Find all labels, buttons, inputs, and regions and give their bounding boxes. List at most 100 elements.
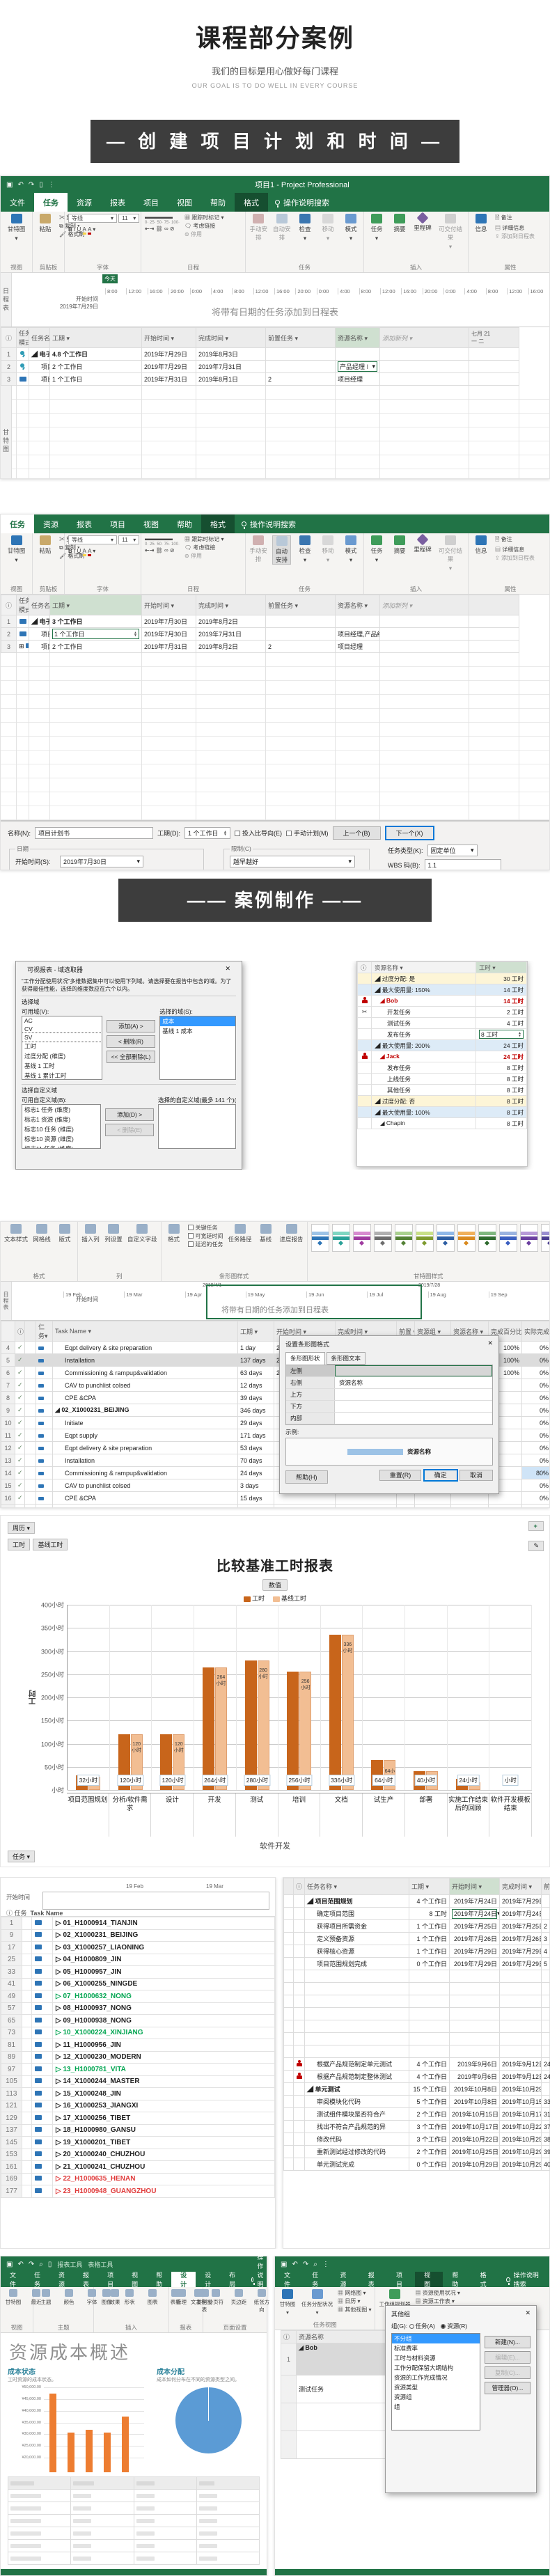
resource-usage-row[interactable]: 发布任务 8 工时 ▲ ▼ — [357, 1028, 527, 1040]
data-label[interactable]: 24小时 — [457, 1775, 480, 1786]
project-row[interactable]: 1 ▷ 01_H1000914_TIANJIN — [1, 1917, 275, 1930]
gantt-style-gallery[interactable] — [311, 1224, 549, 1252]
task-name-input[interactable]: 项目计划书 — [35, 827, 153, 839]
manual-schedule-checkbox[interactable]: 手动计划(M) — [286, 828, 329, 838]
dialog-button[interactable]: 新建(N)... — [485, 2336, 531, 2348]
task-row[interactable]: 单元测试完成0 个工作日2019年10月29日2019年10月29日40 — [283, 2158, 550, 2171]
remove-custom-field-button[interactable]: < 删除(E) — [105, 1124, 154, 1137]
checkbox-可宽延时间[interactable]: 可宽延时间 — [187, 1232, 223, 1240]
tab-报表[interactable]: 报表 — [74, 2272, 98, 2288]
move-button[interactable]: 移动 ▾ — [319, 535, 337, 564]
project-row[interactable]: 121 ▷ 16_X1000253_JIANGXI — [1, 2099, 275, 2112]
task-row[interactable]: ◢ 单元测试15 个工作日2019年10月8日2019年10月29日 — [283, 2082, 550, 2096]
add-field-button[interactable]: 添加(A) > — [106, 1020, 156, 1033]
gantt-style-swatch[interactable] — [373, 1224, 392, 1252]
tab-文件[interactable]: 文件 — [1, 193, 34, 212]
resource-usage-row[interactable]: ◢ 最大使用量: 150% 14 工时 — [357, 984, 527, 996]
tab-视图[interactable]: 视图 — [134, 515, 168, 533]
resource-usage-row[interactable]: 测试任务 4 工时 — [357, 1017, 527, 1029]
gantt-style-swatch[interactable] — [394, 1224, 413, 1252]
timeline-selection-box[interactable] — [206, 1285, 422, 1319]
ribbon-button-管理[interactable]: 管理 — [173, 2289, 191, 2306]
data-label[interactable]: 256小时 — [286, 1775, 313, 1786]
manual-schedule-button[interactable]: 手动安排 — [249, 214, 268, 242]
inspect-button[interactable]: 检查 ▾ — [296, 535, 314, 564]
project-row[interactable]: 57 ▷ 08_H1000937_NONG — [1, 2002, 275, 2015]
track-mark-button[interactable]: ▦ 跟踪时标记 ▾ — [184, 535, 223, 543]
column-header-开始时间[interactable]: 开始时间 ▾ — [141, 327, 196, 348]
start-date-select[interactable]: 2019年7月30日 ▾ — [60, 856, 143, 867]
add-chart-icon[interactable]: + — [528, 1521, 544, 1531]
column-列设置[interactable]: 列设置 — [104, 1224, 123, 1243]
highlight-button[interactable]: A — [82, 548, 86, 556]
ribbon-button-纸张方向[interactable]: 纸张方向 — [253, 2289, 271, 2314]
task-row[interactable]: ◢ 项目范围规划 4 个工作日 2019年7月24日 2019年7月29日 — [283, 1894, 550, 1908]
task-table[interactable]: ⓘ任务模式 ▾任务名称 ▾工期 ▾开始时间 ▾完成时间 ▾前置任务 ▾资源名称 … — [1, 327, 549, 386]
tell-me-search[interactable]: 操作说明搜索 — [235, 515, 303, 533]
underline-button[interactable]: U — [77, 226, 81, 233]
column-header-工期[interactable]: 工期 ▾ — [237, 1321, 274, 1342]
font-family-select[interactable]: 等线 ▾ — [68, 214, 117, 223]
task-row[interactable]: 审阅模块化代码5 个工作日2019年10月8日2019年10月15日33,3 — [283, 2095, 550, 2108]
tell-me-search[interactable]: 操作说明搜索 — [268, 193, 336, 212]
ribbon-button-页边距[interactable]: 页边距 — [230, 2289, 248, 2306]
bar-任务路径[interactable]: 任务路径 — [228, 1224, 252, 1243]
task-row[interactable] — [283, 2007, 550, 2020]
bar-进度报告[interactable]: 进度报告 — [280, 1224, 304, 1243]
gantt-style-swatch[interactable] — [311, 1224, 329, 1252]
tab-任务[interactable]: 任务 — [25, 2272, 49, 2288]
add-to-timeline-button[interactable]: ⇪ 添加到日程表 — [495, 554, 535, 562]
format-文本样式[interactable]: 文本样式 — [4, 1224, 28, 1243]
project-row[interactable]: 49 ▷ 07_H1000632_NONG — [1, 1990, 275, 2003]
ribbon-item-资源使用状况[interactable]: ▦ 资源使用状况 ▾ — [415, 2289, 459, 2297]
project-row[interactable]: 65 ▷ 09_H1000938_NONG — [1, 2014, 275, 2027]
task-row[interactable]: 3⊞ 项目资源计划2 个工作日2019年7月31日2019年8月2日2项目经理 — [1, 640, 549, 653]
details-button[interactable]: ▤ 详细信息 — [495, 546, 535, 553]
wbs-code-input[interactable]: 1.1 — [424, 859, 501, 870]
close-icon[interactable]: ✕ — [225, 965, 230, 974]
column-header-任务名称[interactable]: 任务名称 ▾ — [29, 595, 50, 615]
bar-text-row[interactable]: 右侧 资源名称 — [286, 1377, 492, 1389]
data-label[interactable]: 120小时 — [159, 1775, 186, 1786]
tab-项目[interactable]: 项目 — [98, 2272, 123, 2288]
insert-milestone-button[interactable]: 里程碑 — [414, 533, 432, 553]
column-自定义字段[interactable]: 自定义字段 — [127, 1224, 157, 1243]
radio-resource[interactable]: 资源(R) — [441, 2323, 467, 2330]
column-header-Task Name[interactable]: Task Name ▾ — [52, 1321, 238, 1342]
column-header-资源名称[interactable]: 资源名称 ▾ — [335, 595, 380, 615]
format-版式[interactable]: 版式 — [56, 1224, 74, 1243]
bar-text-row[interactable]: 下方 — [286, 1401, 492, 1413]
dialog-button[interactable]: 复制(C)... — [485, 2366, 531, 2379]
task-row[interactable]: 获得项目所需资金 1 个工作日 2019年7月25日 2019年7月25日 2 — [283, 1919, 550, 1933]
insert-deliverable-button[interactable]: 可交付结果 ▾ — [437, 535, 464, 572]
resource-usage-row[interactable]: 其他任务 8 工时 — [357, 1084, 527, 1096]
information-button[interactable]: 信息 — [472, 214, 490, 233]
tell-me-search[interactable]: 操作说明搜索 — [499, 2272, 549, 2288]
notes-button[interactable]: 🗎 备注 — [495, 214, 535, 223]
task-row[interactable]: 1 ◢ 电子表单软件计划3 个工作日2019年7月30日2019年8月2日 — [1, 615, 549, 628]
tab-格式[interactable]: 格式 — [471, 2272, 499, 2288]
selected-custom-fields-list[interactable] — [158, 1104, 236, 1149]
empty-grid[interactable] — [1, 653, 549, 820]
tab-帮助[interactable]: 帮助 — [168, 515, 201, 533]
resource-usage-row[interactable]: ◢ Chapin 8 工时 — [357, 1117, 527, 1129]
insert-milestone-button[interactable]: 里程碑 — [414, 212, 432, 232]
resource-usage-row[interactable]: ◢ Jack 24 工时 — [357, 1051, 527, 1062]
gantt-style-swatch[interactable] — [478, 1224, 496, 1252]
insert-task-button[interactable]: 任务 ▾ — [368, 214, 386, 242]
project-row[interactable]: 81 ▷ 11_H1000956_JIN — [1, 2039, 275, 2052]
tab-报表[interactable]: 报表 — [101, 193, 134, 212]
auto-schedule-button[interactable]: 自动安排 — [273, 214, 292, 242]
project-row[interactable]: 73 ▷ 10_X1000224_XINJIANG — [1, 2026, 275, 2039]
ribbon-button-形状[interactable]: 形状 — [120, 2289, 139, 2306]
notes-button[interactable]: 🗎 备注 — [495, 535, 535, 545]
close-icon[interactable]: ✕ — [487, 1340, 493, 1349]
add-to-timeline-button[interactable]: ⇪ 添加到日程表 — [495, 233, 535, 240]
tell-me-search[interactable]: 操作说明搜索 — [244, 2256, 273, 2306]
resource-usage-row[interactable]: ◢ Bob 14 工时 — [357, 995, 527, 1007]
task-row[interactable]: 17◢ 03_X1000257_LIAONING303 days0% — [1, 1504, 549, 1507]
gantt-view-button[interactable]: 甘特图 ▾ — [4, 214, 29, 242]
information-button[interactable]: 信息 — [472, 535, 490, 555]
italic-button[interactable]: I — [74, 548, 75, 554]
tab-报表[interactable]: 报表 — [68, 515, 101, 533]
